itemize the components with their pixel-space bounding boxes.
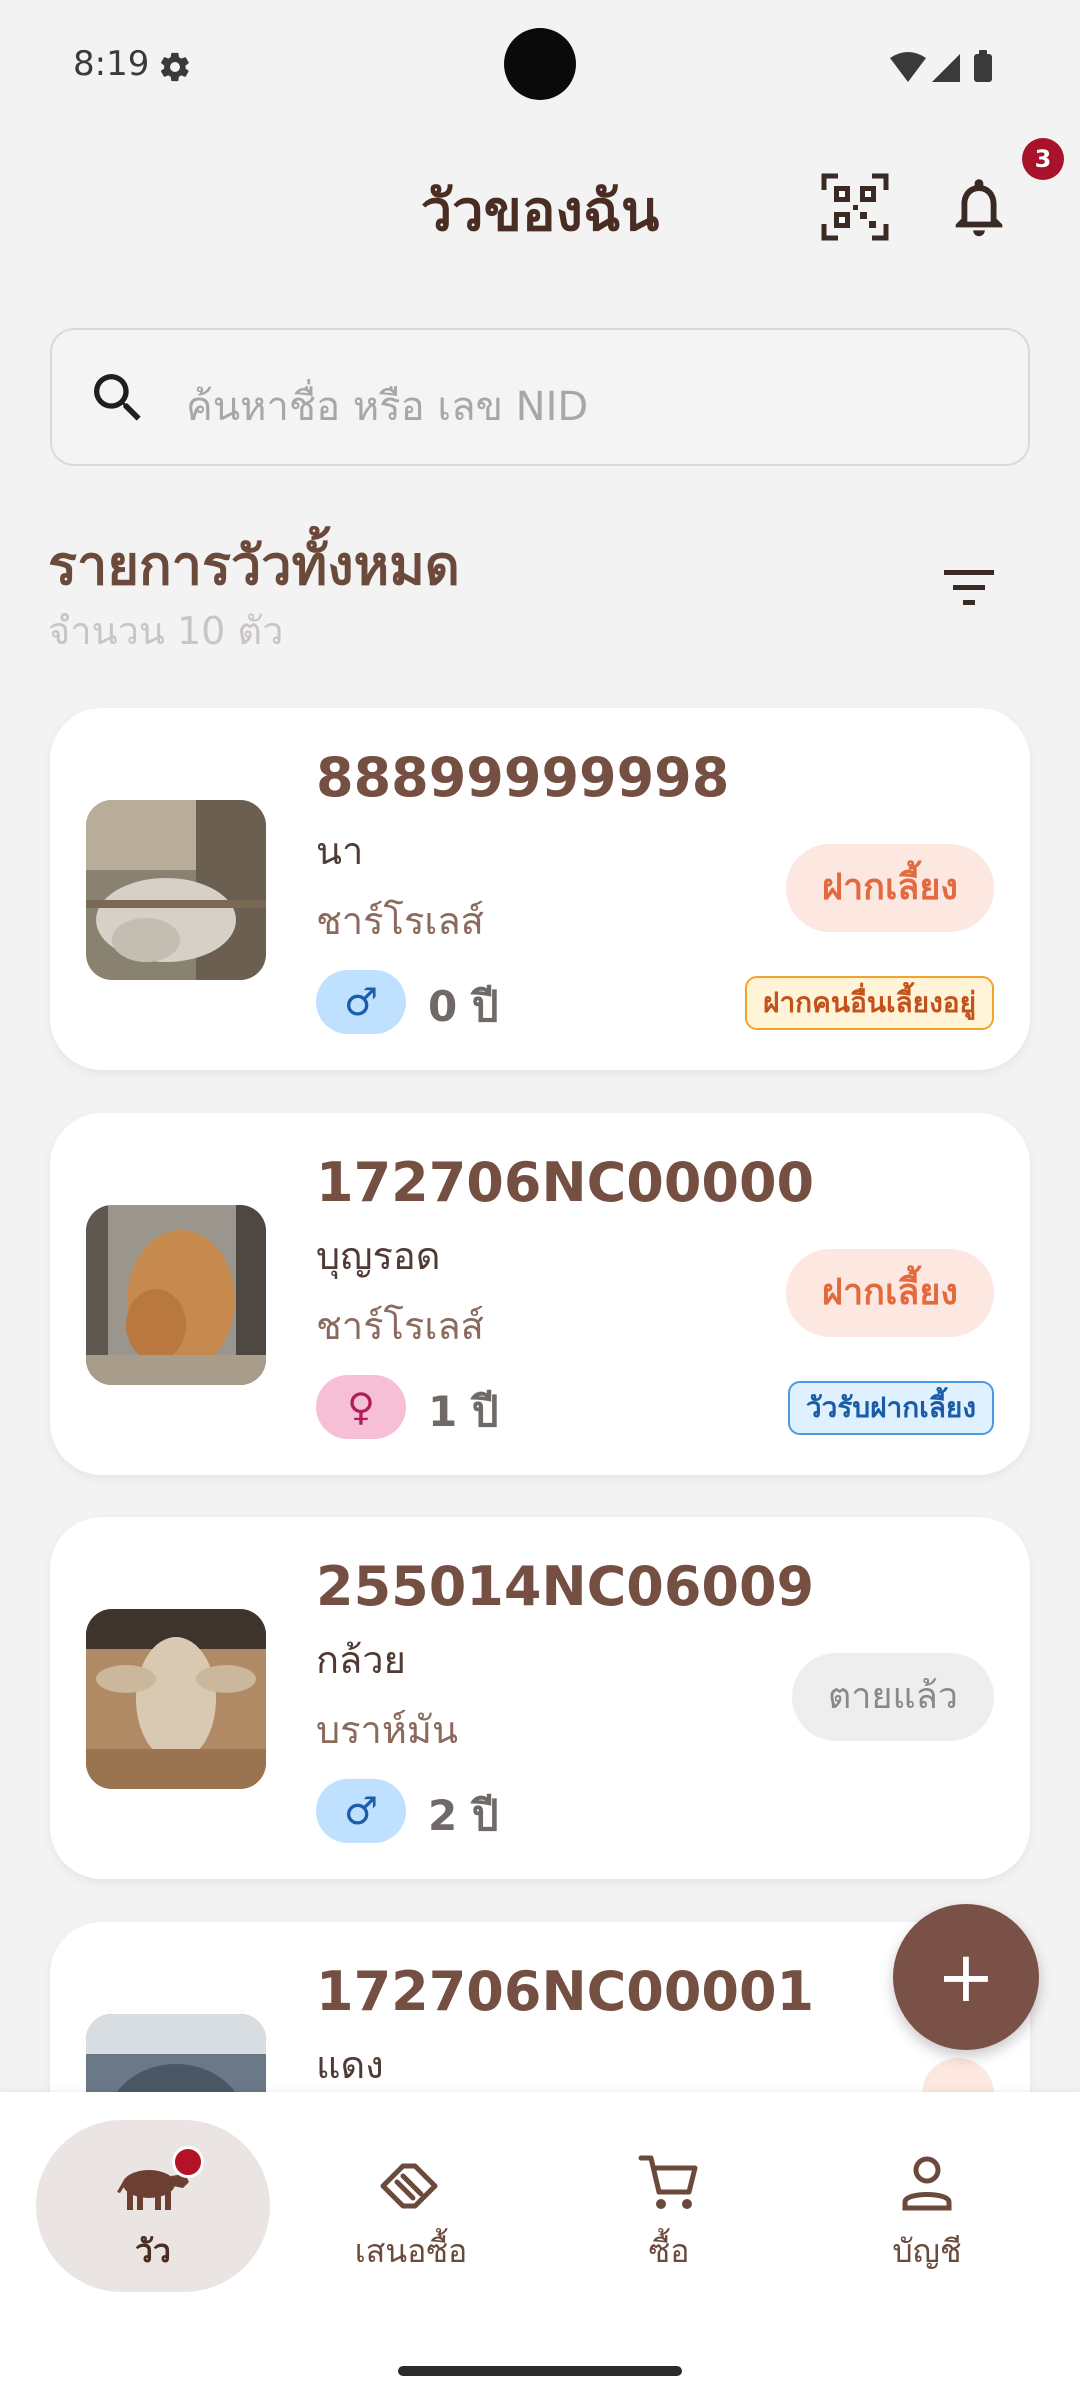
section-title: รายการวัวทั้งหมด — [48, 534, 460, 597]
home-indicator[interactable] — [398, 2366, 682, 2376]
cow-id: 255014NC06009 — [316, 1555, 815, 1618]
status-pill: ฝากเลี้ยง — [785, 1249, 994, 1337]
nav-item-buy[interactable]: ซื้อ — [552, 2120, 786, 2292]
cow-photo — [86, 1205, 266, 1385]
notification-badge: 3 — [1022, 138, 1064, 180]
cow-count: จำนวน 10 ตัว — [48, 609, 284, 653]
cow-age: 2 ปี — [428, 1791, 499, 1840]
page-title: วัวของฉัน — [420, 179, 660, 244]
cow-id: 88899999998 — [316, 746, 730, 809]
nav-badge-dot — [172, 2146, 204, 2178]
search-placeholder: ค้นหาชื่อ หรือ เลข NID — [186, 384, 589, 430]
add-cow-button[interactable]: + — [893, 1904, 1039, 2050]
cow-id: 172706NC00000 — [316, 1151, 815, 1214]
female-icon: ♀ — [316, 1375, 406, 1439]
nav-label: เสนอซื้อ — [354, 2232, 468, 2270]
filter-icon — [944, 570, 994, 605]
male-icon: ♂ — [316, 970, 406, 1034]
nav-item-account[interactable]: บัญชี — [810, 2120, 1044, 2292]
status-time: 8:19 — [73, 44, 150, 84]
cow-age: 1 ปี — [428, 1387, 499, 1436]
signal-icon — [932, 54, 960, 82]
cart-icon — [638, 2155, 698, 2209]
status-pill: ฝากเลี้ยง — [785, 844, 994, 932]
cow-card[interactable]: 172706NC00000 บุญรอด ชาร์โรเลส์ ♀ 1 ปี ฝ… — [50, 1113, 1030, 1475]
front-camera — [504, 28, 576, 100]
search-icon — [94, 374, 141, 421]
settings-gear-icon — [160, 52, 189, 82]
qr-scan-button[interactable] — [820, 172, 890, 242]
custody-tag: ฝากคนอื่นเลี้ยงอยู่ — [745, 976, 994, 1030]
notification-button[interactable] — [944, 172, 1014, 242]
cow-name: นา — [316, 829, 364, 873]
cow-photo — [86, 1609, 266, 1789]
status-icons — [890, 50, 992, 82]
cow-card[interactable]: 88899999998 นา ชาร์โรเลส์ ♂ 0 ปี ฝากเลี้… — [50, 708, 1030, 1070]
cow-age: 0 ปี — [428, 982, 499, 1031]
bottom-navigation: วัว เสนอซื้อ ซื้อ บัญชี — [0, 2092, 1080, 2400]
handshake-icon — [380, 2163, 438, 2209]
filter-button[interactable] — [936, 558, 1002, 618]
cow-photo — [86, 800, 266, 980]
nav-label: ซื้อ — [648, 2232, 690, 2270]
search-input[interactable]: ค้นหาชื่อ หรือ เลข NID — [50, 328, 1030, 466]
cow-id: 172706NC00001 — [316, 1960, 815, 2023]
cow-card[interactable]: 255014NC06009 กล้วย บราห์มัน ♂ 2 ปี ตายแ… — [50, 1517, 1030, 1879]
nav-label: วัว — [135, 2232, 171, 2270]
wifi-icon — [890, 52, 926, 82]
cow-name: กล้วย — [316, 1638, 406, 1682]
cow-breed: ชาร์โรเลส์ — [316, 1304, 484, 1348]
battery-icon — [974, 54, 992, 82]
qr-code-icon — [821, 173, 889, 241]
nav-label: บัญชี — [892, 2232, 962, 2270]
nav-item-offers[interactable]: เสนอซื้อ — [294, 2120, 528, 2292]
bell-icon — [955, 179, 1003, 237]
person-icon — [902, 2156, 952, 2211]
cow-name: แดง — [316, 2043, 384, 2087]
nav-item-cows[interactable]: วัว — [36, 2120, 270, 2292]
cow-name: บุญรอด — [316, 1234, 441, 1278]
status-bar: 8:19 — [0, 0, 1080, 130]
status-pill: ตายแล้ว — [791, 1653, 994, 1741]
cow-breed: บราห์มัน — [316, 1708, 458, 1752]
cow-breed: ชาร์โรเลส์ — [316, 899, 484, 943]
custody-tag: วัวรับฝากเลี้ยง — [787, 1381, 994, 1435]
male-icon: ♂ — [316, 1779, 406, 1843]
